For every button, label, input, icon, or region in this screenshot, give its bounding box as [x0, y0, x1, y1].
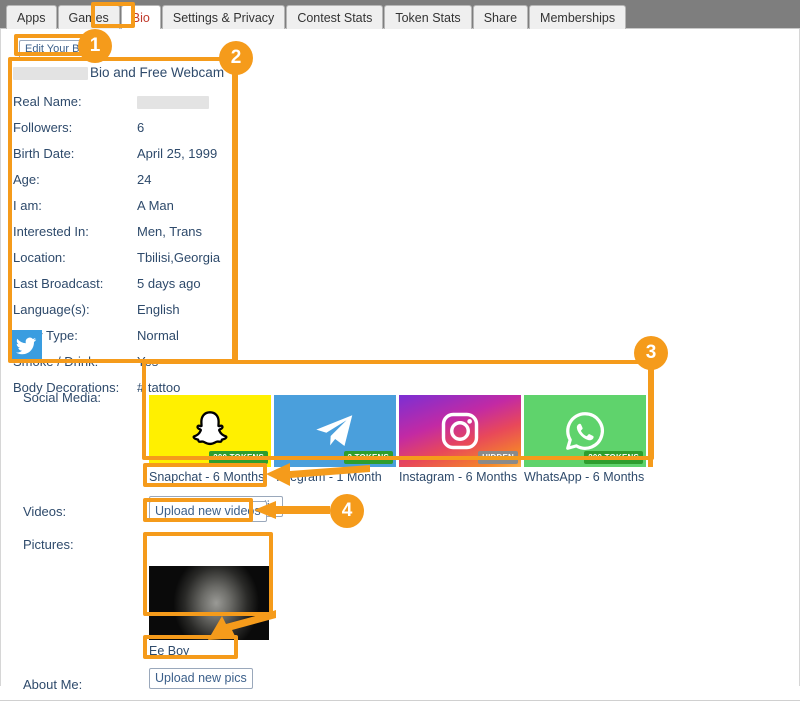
upload-new-videos-link[interactable]: Upload new videos: [149, 501, 267, 522]
picture-item[interactable]: Ee Boy: [149, 566, 269, 658]
bio-field-row: Interested In: Men, Trans: [11, 222, 220, 248]
bio-field-key: Language(s):: [13, 302, 90, 318]
tile-caption: Snapchat - 6 Months: [149, 470, 265, 484]
about-me-label: About Me:: [23, 677, 83, 692]
tab-games[interactable]: Games: [57, 5, 120, 29]
bio-field-row: I am: A Man: [11, 196, 220, 222]
bio-title-text: Bio and Free Webcam: [90, 65, 225, 80]
tab-share[interactable]: Share: [472, 5, 529, 29]
tile-badge: 200 TOKENS: [209, 451, 268, 464]
bio-field-value: 6: [137, 120, 145, 136]
tab-token-stats[interactable]: Token Stats: [384, 5, 472, 29]
tab-bar: Apps Games Bio Settings & Privacy Contest St…: [0, 0, 800, 29]
tile-badge: HIDDEN: [478, 451, 518, 464]
social-tile-snapchat[interactable]: 200 TOKENS Snapchat - 6 Months: [149, 395, 271, 484]
twitter-icon[interactable]: [10, 330, 42, 362]
tab-list: Apps Games Bio Settings & Privacy Contest St…: [0, 0, 800, 29]
snapchat-icon: 200 TOKENS: [149, 395, 271, 467]
bio-field-key: Birth Date:: [13, 146, 75, 162]
pictures-label: Pictures:: [23, 537, 74, 552]
tile-caption: WhatsApp - 6 Months: [524, 470, 645, 484]
social-tile-instagram[interactable]: HIDDEN Instagram - 6 Months: [399, 395, 521, 484]
bio-field-row: Age: 24: [11, 170, 220, 196]
bio-field-key: Last Broadcast:: [13, 276, 104, 292]
telegram-icon: 2 TOKENS: [274, 395, 396, 467]
bio-field-row: Language(s): English: [11, 300, 220, 326]
edit-your-bio-button[interactable]: Edit Your Bio: [19, 40, 94, 59]
page-content: Edit Your Bio Bio and Free Webcam Real N…: [0, 29, 800, 692]
bio-field-row: Birth Date: April 25, 1999: [11, 144, 220, 170]
bio-field-row: Smoke / Drink: Yes: [11, 352, 220, 378]
bio-field-row: Location: Tbilisi,Georgia: [11, 248, 220, 274]
bio-field-key: I am:: [13, 198, 42, 214]
bio-field-key: Age:: [13, 172, 40, 188]
tile-badge: 200 TOKENS: [584, 451, 643, 464]
social-tile-telegram[interactable]: 2 TOKENS Telegram - 1 Month: [274, 395, 396, 484]
page-bottom-edge: [0, 700, 800, 716]
bio-field-value: Tbilisi,Georgia: [137, 250, 221, 266]
bio-field-value: English: [137, 302, 180, 318]
bio-field-key: Followers:: [13, 120, 73, 136]
picture-caption: Ee Boy: [149, 644, 190, 658]
bio-field-value: 24: [137, 172, 152, 188]
tile-caption: Instagram - 6 Months: [399, 470, 518, 484]
tile-badge: 2 TOKENS: [343, 451, 393, 464]
bio-field-table: Real Name: Followers: 6 Birth Date: April 25…: [11, 92, 220, 404]
tab-contest-stats[interactable]: Contest Stats: [286, 5, 384, 29]
bio-field-value: 5 days ago: [137, 276, 201, 292]
picture-thumbnail[interactable]: [149, 566, 269, 640]
bio-field-value: Normal: [137, 328, 179, 344]
bio-field-row: Last Broadcast: 5 days ago: [11, 274, 220, 300]
bio-field-key: Interested In:: [13, 224, 89, 240]
bio-field-value: A Man: [137, 198, 174, 214]
redacted-real-name: [137, 96, 209, 110]
social-media-label: Social Media:: [23, 390, 102, 405]
tile-caption: Telegram - 1 Month: [274, 470, 382, 484]
bio-field-key: Real Name:: [13, 94, 82, 109]
instagram-icon: HIDDEN: [399, 395, 521, 467]
tab-apps[interactable]: Apps: [6, 5, 57, 29]
whatsapp-icon: 200 TOKENS: [524, 395, 646, 467]
bio-field-value: April 25, 1999: [137, 146, 218, 162]
bio-field-row: Followers: 6: [11, 118, 220, 144]
bio-field-row: Real Name:: [11, 92, 220, 118]
bio-details-box: Bio and Free Webcam Real Name: Followers:…: [11, 65, 233, 404]
upload-new-pics-link[interactable]: Upload new pics: [149, 668, 253, 689]
bio-field-row: Body Type: Normal: [11, 326, 220, 352]
bio-field-value: [137, 92, 220, 118]
bio-field-value: Yes: [137, 354, 159, 370]
tab-bio[interactable]: Bio: [120, 5, 161, 29]
social-media-tiles: 200 TOKENS Snapchat - 6 Months 2 TOKENS Tel…: [149, 395, 649, 484]
bio-field-key: Location:: [13, 250, 66, 266]
videos-label: Videos:: [23, 504, 67, 519]
bio-title: Bio and Free Webcam: [13, 65, 233, 80]
bio-field-value: Men, Trans: [137, 224, 203, 240]
social-tile-whatsapp[interactable]: 200 TOKENS WhatsApp - 6 Months: [524, 395, 646, 484]
tab-settings-privacy[interactable]: Settings & Privacy: [161, 5, 286, 29]
tab-memberships[interactable]: Memberships: [529, 5, 627, 29]
redacted-username: [13, 66, 88, 80]
